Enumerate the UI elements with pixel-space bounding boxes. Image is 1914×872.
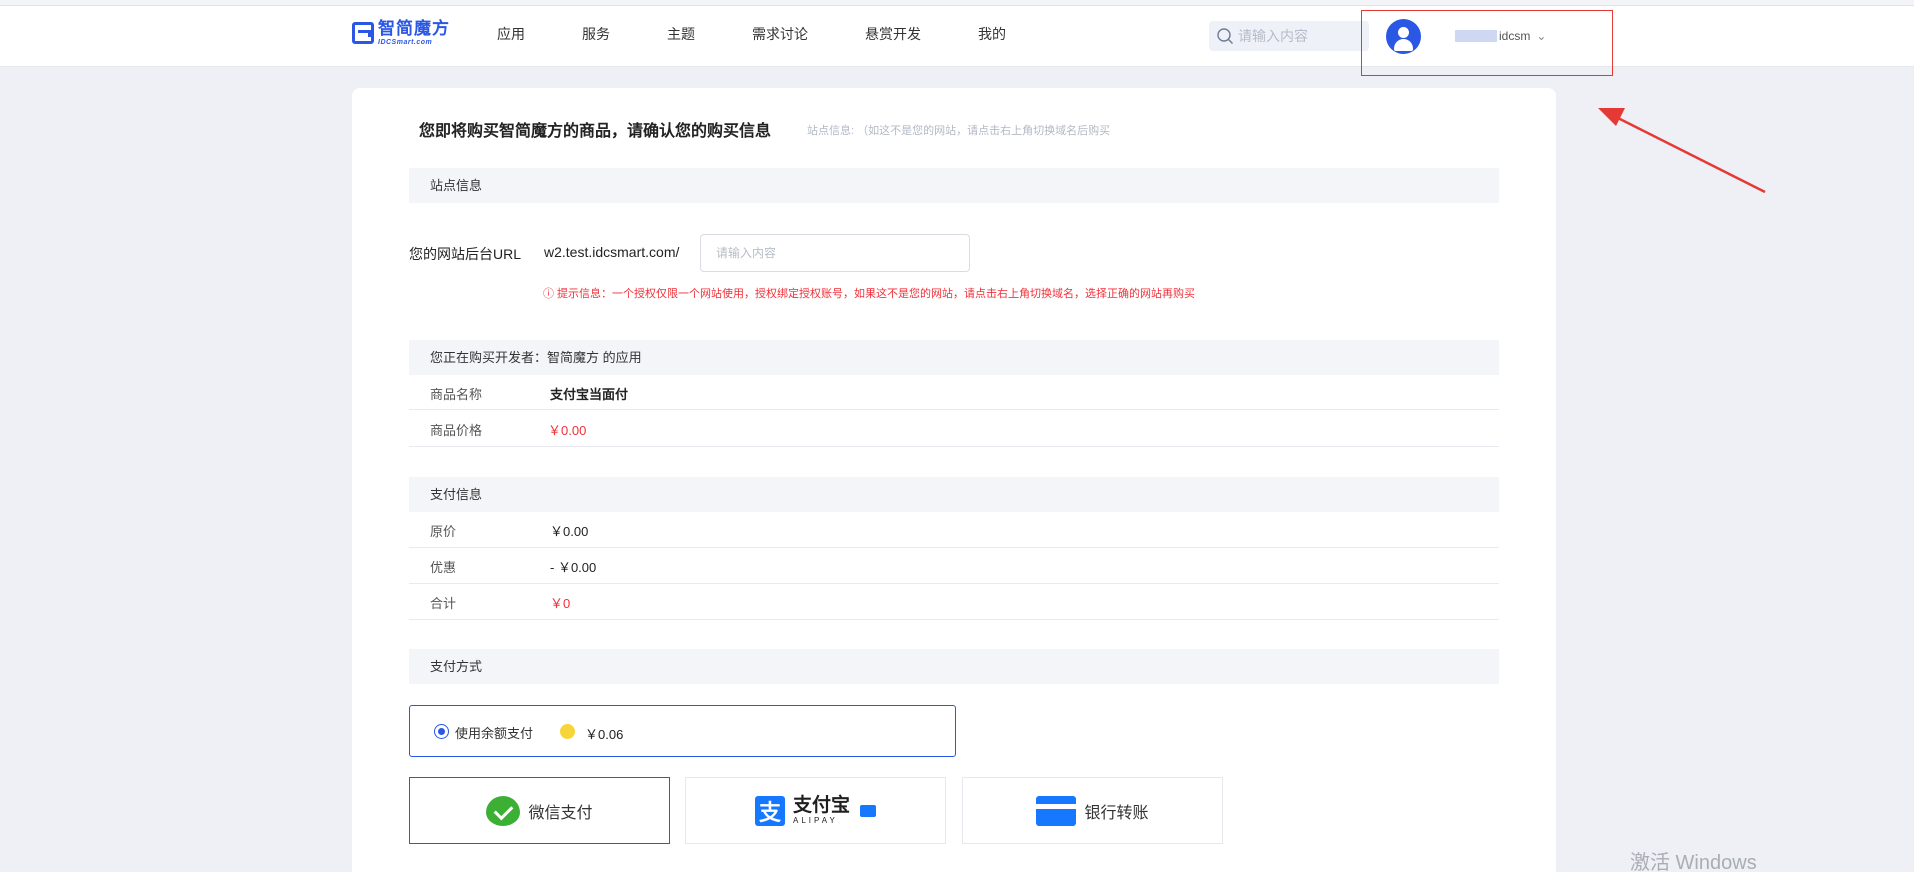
bank-transfer-button[interactable]: 银行转账	[962, 777, 1223, 844]
original-price-value: ￥0.00	[550, 524, 589, 539]
bank-card-icon	[1036, 795, 1077, 826]
alipay-label-en: ALIPAY	[792, 816, 838, 825]
annotation-arrow-user	[1598, 108, 1766, 194]
original-price-label: 原价	[430, 524, 457, 539]
discount-label: 优惠	[430, 560, 457, 575]
divider	[409, 547, 1499, 548]
divider	[409, 619, 1499, 620]
wechat-pay-button[interactable]: 微信支付	[409, 777, 670, 844]
balance-label: 使用余额支付	[455, 726, 534, 741]
page-title: 您即将购买智简魔方的商品，请确认您的购买信息	[419, 123, 772, 140]
url-label: 您的网站后台URL	[409, 246, 522, 262]
section-product: 您正在购买开发者：智简魔方 的应用	[409, 340, 1499, 375]
alipay-label-cn: 支付宝	[792, 795, 850, 816]
windows-activation-watermark: 激活 Windows	[1630, 852, 1757, 872]
product-name-value: 支付宝当面付	[550, 387, 629, 402]
url-input[interactable]	[700, 234, 970, 272]
alipay-icon: 支	[754, 795, 785, 826]
total-value: ￥0	[550, 596, 571, 611]
balance-amount: ￥0.06	[585, 727, 624, 742]
divider	[409, 409, 1499, 410]
section-payment-info: 支付信息	[409, 477, 1499, 512]
bank-label: 银行转账	[1084, 804, 1149, 822]
url-value: w2.test.idcsmart.com/	[544, 244, 680, 260]
screen-icon	[860, 804, 876, 817]
product-name-label: 商品名称	[430, 387, 483, 402]
product-price-label: 商品价格	[430, 423, 483, 438]
total-label: 合计	[430, 596, 457, 611]
section-site-info: 站点信息	[409, 168, 1499, 203]
alipay-button[interactable]: 支 支付宝 ALIPAY	[685, 777, 946, 844]
balance-radio[interactable]	[434, 724, 449, 739]
section-payment-method: 支付方式	[409, 649, 1499, 684]
discount-value: - ￥0.00	[550, 560, 597, 575]
product-price-value: ￥0.00	[548, 423, 587, 438]
page-subtitle: 站点信息: （如这不是您的网站，请点击右上角切换域名后购买	[807, 125, 1111, 137]
divider	[409, 446, 1499, 447]
hint-text: ⓘ 提示信息：一个授权仅限一个网站使用，授权绑定授权账号，如果这不是您的网站，请…	[543, 288, 1196, 300]
divider	[409, 583, 1499, 584]
wechat-icon	[486, 795, 521, 826]
coin-icon	[560, 724, 575, 739]
wechat-label: 微信支付	[528, 804, 593, 822]
